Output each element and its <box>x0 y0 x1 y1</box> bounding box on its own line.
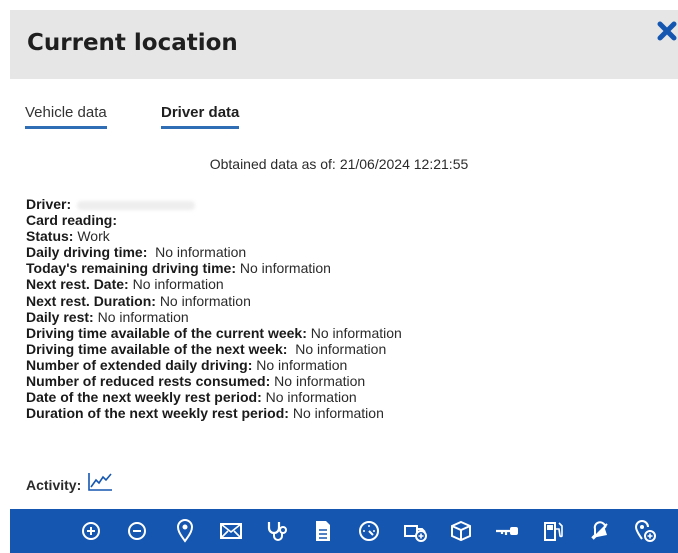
field-status: Status: Work <box>26 228 402 244</box>
field-value: No information <box>310 324 402 341</box>
speedometer-icon[interactable] <box>352 509 386 553</box>
field-label: Driving time available of the current we… <box>26 324 307 341</box>
field-daily-rest: Daily rest: No information <box>26 309 402 325</box>
zoom-in-icon[interactable] <box>74 509 108 553</box>
tab-vehicle-data-label: Vehicle data <box>25 104 107 121</box>
field-label: Daily rest: <box>26 308 94 325</box>
field-remaining-driving-time: Today's remaining driving time: No infor… <box>26 260 402 276</box>
field-next-rest-duration: Next rest. Duration: No information <box>26 293 402 309</box>
field-label: Next rest. Date: <box>26 276 129 293</box>
field-extended-daily-driving: Number of extended daily driving: No inf… <box>26 357 402 373</box>
activity-label: Activity: <box>26 477 82 493</box>
field-label: Driving time available of the next week: <box>26 340 288 357</box>
package-icon[interactable] <box>444 509 478 553</box>
field-value: No information <box>256 356 348 373</box>
tab-driver-data-label: Driver data <box>161 104 240 121</box>
field-next-weekly-rest-date: Date of the next weekly rest period: No … <box>26 389 402 405</box>
field-value: No information <box>295 340 387 357</box>
driver-fields: Driver: Card reading: Status: Work Daily… <box>26 196 402 421</box>
location-pin-icon[interactable] <box>168 509 202 553</box>
field-value: No information <box>274 373 366 390</box>
field-next-week-driving: Driving time available of the next week:… <box>26 341 402 357</box>
add-vehicle-icon[interactable] <box>398 509 432 553</box>
field-label: Number of reduced rests consumed: <box>26 373 271 390</box>
close-icon[interactable] <box>656 20 678 42</box>
bottom-toolbar <box>10 509 678 553</box>
field-value: No information <box>265 389 357 406</box>
mail-icon[interactable] <box>214 509 248 553</box>
field-label: Date of the next weekly rest period: <box>26 389 262 406</box>
field-label: Number of extended daily driving: <box>26 356 253 373</box>
field-current-week-driving: Driving time available of the current we… <box>26 325 402 341</box>
activity-chart-icon[interactable] <box>87 472 113 492</box>
obtained-value: 21/06/2024 12:21:55 <box>339 156 469 172</box>
zoom-out-icon[interactable] <box>120 509 154 553</box>
field-value: No information <box>159 292 251 309</box>
tab-vehicle-data[interactable]: Vehicle data <box>25 104 107 129</box>
panel-header: Current location <box>10 10 678 79</box>
key-icon[interactable] <box>490 509 524 553</box>
tab-driver-data[interactable]: Driver data <box>161 104 240 129</box>
field-label: Card reading: <box>26 212 118 229</box>
field-card-reading: Card reading: <box>26 212 402 228</box>
field-next-weekly-rest-duration: Duration of the next weekly rest period:… <box>26 405 402 421</box>
stethoscope-icon[interactable] <box>260 509 294 553</box>
add-location-icon[interactable] <box>628 509 662 553</box>
field-label: Duration of the next weekly rest period: <box>26 405 289 422</box>
field-label: Next rest. Duration: <box>26 292 156 309</box>
field-value: No information <box>239 260 331 277</box>
field-driver: Driver: <box>26 196 402 212</box>
field-label: Status: <box>26 228 74 245</box>
redacted-driver-name <box>77 200 196 210</box>
document-icon[interactable] <box>306 509 340 553</box>
field-value: No information <box>132 276 224 293</box>
field-label: Daily driving time: <box>26 244 148 261</box>
obtained-timestamp: Obtained data as of: 21/06/2024 12:21:55 <box>0 156 678 172</box>
field-label: Driver: <box>26 196 72 212</box>
field-next-rest-date: Next rest. Date: No information <box>26 276 402 292</box>
field-value: No information <box>97 308 189 325</box>
field-value: No information <box>292 405 384 422</box>
fuel-pump-icon[interactable] <box>536 509 570 553</box>
field-label: Today's remaining driving time: <box>26 260 236 277</box>
obtained-label: Obtained data as of: <box>209 156 336 172</box>
panel-title: Current location <box>27 30 238 56</box>
field-value: No information <box>155 244 247 261</box>
tab-underline-active <box>161 126 240 129</box>
tab-underline <box>25 126 107 129</box>
bell-icon[interactable] <box>582 509 616 553</box>
field-daily-driving-time: Daily driving time: No information <box>26 244 402 260</box>
activity-row: Activity: <box>26 472 113 493</box>
field-value: Work <box>77 228 110 245</box>
field-reduced-rests: Number of reduced rests consumed: No inf… <box>26 373 402 389</box>
